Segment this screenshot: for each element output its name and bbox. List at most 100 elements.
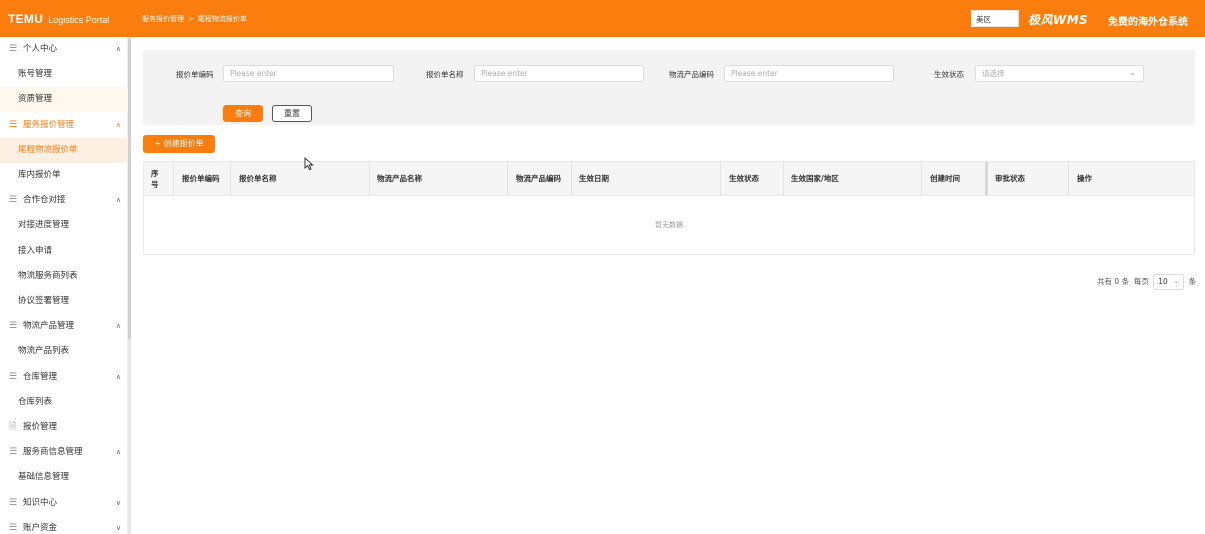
- per-page-label: 每页: [1133, 277, 1149, 286]
- chevron-down-icon: ⌄: [1129, 68, 1136, 77]
- sidebar-item[interactable]: 接入申请: [0, 239, 128, 264]
- column-divider: [230, 162, 231, 196]
- menu-icon: ☰: [9, 321, 18, 332]
- status-select-placeholder: 请选择: [982, 69, 1005, 78]
- sidebar-item-label: 对接进度管理: [18, 220, 70, 231]
- sidebar-item-label: 尾程物流报价单: [18, 144, 78, 155]
- filter-label-quote-code: 报价单编码: [176, 70, 214, 79]
- sidebar-group[interactable]: ☰ 知识中心 ∨: [0, 491, 128, 516]
- breadcrumb: 服务报价管理 > 尾程物流报价单: [142, 14, 247, 24]
- column-header-approval-status: 审批状态: [995, 174, 1025, 183]
- breadcrumb-item-current: 尾程物流报价单: [197, 15, 247, 23]
- sidebar-group[interactable]: ☰ 服务商信息管理 ∧: [0, 440, 128, 465]
- partner-logo[interactable]: 极风WMS: [1028, 11, 1088, 28]
- column-header-quote-code: 报价单编码: [182, 174, 220, 183]
- sidebar-group-label: 物流产品管理: [23, 321, 75, 332]
- sidebar-group[interactable]: ☰ 服务报价管理 ∧: [0, 113, 128, 138]
- sidebar-item-label: 物流产品列表: [18, 346, 70, 357]
- sidebar-item[interactable]: 库内报价单: [0, 163, 128, 188]
- sidebar-group-label: 报价管理: [23, 422, 58, 432]
- sidebar-group[interactable]: ☰ 个人中心 ∧: [0, 37, 128, 62]
- product-code-input[interactable]: Please enter: [724, 65, 894, 82]
- chevron-up-icon: ∧: [115, 196, 121, 205]
- app-name: Logistics Portal: [48, 15, 110, 25]
- empty-state-text: 暂无数据: [655, 221, 683, 229]
- column-header-index: 序号: [151, 169, 159, 189]
- chevron-up-icon: ∧: [115, 45, 121, 53]
- sidebar-group-label: 账户资金: [23, 522, 58, 533]
- chevron-up-icon: ∧: [115, 372, 121, 381]
- sidebar-item[interactable]: 物流服务商列表: [0, 264, 128, 289]
- page-size-value: 10: [1158, 277, 1168, 286]
- sidebar-group-label: 合作仓对接: [23, 195, 66, 206]
- mouse-cursor-icon: [304, 157, 314, 171]
- sidebar-item[interactable]: 物流产品列表: [0, 339, 128, 364]
- total-suffix: 条: [1121, 277, 1130, 286]
- sidebar-item[interactable]: 资质管理: [0, 87, 128, 113]
- sidebar-item-label: 物流服务商列表: [18, 270, 78, 281]
- column-divider: [1068, 162, 1069, 196]
- table-header: 序号 报价单编码 报价单名称 物流产品名称 物流产品编码 生效日期 生效状态 生…: [144, 162, 1194, 196]
- document-icon: 🗎: [9, 422, 17, 432]
- page-size-select[interactable]: 10 ⌄: [1153, 274, 1185, 290]
- column-divider: [173, 162, 174, 196]
- menu-icon: ☰: [9, 497, 18, 508]
- sidebar-item[interactable]: 尾程物流报价单: [0, 137, 128, 163]
- menu-icon: ☰: [9, 371, 18, 382]
- sidebar-group[interactable]: ☰ 物流产品管理 ∧: [0, 314, 128, 339]
- column-header-quote-name: 报价单名称: [239, 174, 277, 183]
- query-button[interactable]: 查询: [223, 105, 263, 122]
- filter-label-quote-name: 报价单名称: [426, 70, 464, 79]
- main-content: 报价单编码 Please enter 报价单名称 Please enter 物流…: [131, 37, 1205, 534]
- sidebar-group-label: 个人中心: [23, 44, 58, 54]
- sidebar-item[interactable]: 对接进度管理: [0, 213, 128, 238]
- filter-label-status: 生效状态: [934, 70, 964, 79]
- chevron-up-icon: ∧: [115, 448, 121, 457]
- quote-code-input[interactable]: Please enter: [223, 65, 394, 82]
- sidebar-group-label: 服务商信息管理: [23, 447, 83, 458]
- breadcrumb-item[interactable]: 服务报价管理: [142, 15, 184, 23]
- sidebar-group-label: 知识中心: [23, 497, 58, 508]
- chevron-up-icon: ∧: [115, 120, 121, 129]
- quote-name-input[interactable]: Please enter: [474, 65, 644, 82]
- sidebar-group[interactable]: 🗎 报价管理: [0, 415, 128, 440]
- filter-panel: 报价单编码 Please enter 报价单名称 Please enter 物流…: [143, 50, 1195, 125]
- create-quote-button[interactable]: + 创建报价单: [143, 135, 215, 153]
- sidebar-item[interactable]: 协议签署管理: [0, 289, 128, 314]
- region-select[interactable]: 美区: [971, 10, 1019, 27]
- filter-label-product-code: 物流产品编码: [669, 70, 714, 79]
- column-divider: [720, 162, 721, 196]
- chevron-up-icon: ∧: [115, 322, 121, 331]
- sidebar-group[interactable]: ☰ 仓库管理 ∧: [0, 365, 128, 390]
- menu-icon: ☰: [9, 44, 18, 54]
- column-header-effective-date: 生效日期: [579, 174, 609, 183]
- app-logo[interactable]: TEMU Logistics Portal: [8, 12, 109, 26]
- sidebar-group[interactable]: ☰ 账户资金 ∨: [0, 516, 128, 534]
- sidebar-item-label: 资质管理: [18, 94, 53, 105]
- sidebar-item[interactable]: 账号管理: [0, 62, 128, 87]
- sidebar-item-label: 接入申请: [18, 245, 53, 256]
- breadcrumb-separator: >: [188, 15, 194, 23]
- sidebar-group[interactable]: ☰ 合作仓对接 ∧: [0, 188, 128, 213]
- column-divider: [369, 162, 370, 196]
- temu-logo: TEMU: [8, 12, 44, 26]
- quote-table: 序号 报价单编码 报价单名称 物流产品名称 物流产品编码 生效日期 生效状态 生…: [143, 161, 1195, 255]
- column-header-created-time: 创建时间: [930, 174, 960, 183]
- sidebar-item-label: 仓库列表: [18, 396, 53, 407]
- menu-icon: ☰: [9, 195, 18, 206]
- partner-tagline[interactable]: 免费的海外仓系统: [1108, 13, 1188, 28]
- status-select[interactable]: 请选择 ⌄: [975, 65, 1144, 82]
- column-divider: [783, 162, 784, 196]
- sidebar-item-label: 协议签署管理: [18, 296, 70, 306]
- sidebar-item[interactable]: 基础信息管理: [0, 465, 128, 490]
- sidebar-item-label: 账号管理: [18, 69, 53, 80]
- sidebar-item-label: 库内报价单: [18, 170, 61, 180]
- chevron-down-icon: ∨: [115, 498, 121, 507]
- menu-icon: ☰: [9, 119, 18, 130]
- menu-icon: ☰: [9, 522, 18, 533]
- sidebar-item[interactable]: 仓库列表: [0, 390, 128, 415]
- sidebar: ☰ 个人中心 ∧ 账号管理资质管理 ☰ 服务报价管理 ∧ 尾程物流报价单 库内报价单 ☰ 合作仓对接…: [0, 37, 128, 534]
- reset-button[interactable]: 重置: [272, 105, 312, 122]
- sidebar-item-label: 基础信息管理: [18, 472, 70, 483]
- chevron-down-icon: ⌄: [1173, 277, 1180, 285]
